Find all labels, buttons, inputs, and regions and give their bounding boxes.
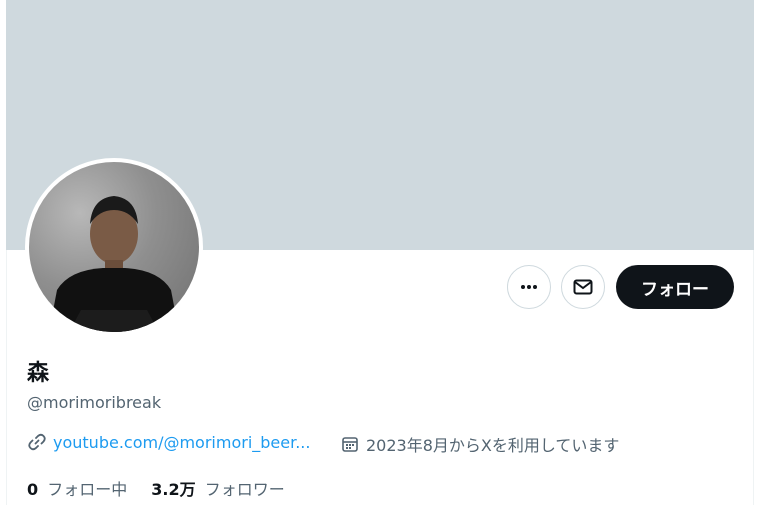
profile-joined-text: 2023年8月からXを利用しています [366, 436, 620, 455]
profile-website-text[interactable]: youtube.com/@morimori_beer... [53, 433, 310, 452]
mail-icon [573, 279, 593, 295]
following-count: 0 [27, 480, 39, 499]
avatar-image [29, 162, 199, 332]
profile-name: 森 [27, 361, 50, 386]
follow-button[interactable]: フォロー [616, 265, 734, 309]
more-button[interactable] [507, 265, 551, 309]
following-label: フォロー中 [47, 480, 128, 499]
following-stat[interactable]: 0 フォロー中 [27, 476, 127, 500]
link-icon [28, 433, 46, 451]
message-button[interactable] [561, 265, 605, 309]
profile-joined: 2023年8月からXを利用しています [340, 432, 619, 456]
profile-handle: @morimoribreak [27, 393, 162, 412]
more-icon [521, 285, 537, 289]
followers-label: フォロワー [204, 480, 285, 499]
profile-page: フォロー 森 @morimoribreak youtube.com/@morim… [0, 0, 758, 505]
calendar-icon [342, 437, 358, 452]
followers-count: 3.2万 [151, 480, 196, 499]
followers-stat[interactable]: 3.2万 フォロワー [151, 476, 284, 500]
profile-stats: 0 フォロー中 3.2万 フォロワー [27, 476, 309, 500]
profile-website[interactable]: youtube.com/@morimori_beer... [27, 432, 310, 452]
follow-button-label: フォロー [641, 279, 709, 300]
avatar[interactable] [25, 158, 203, 336]
